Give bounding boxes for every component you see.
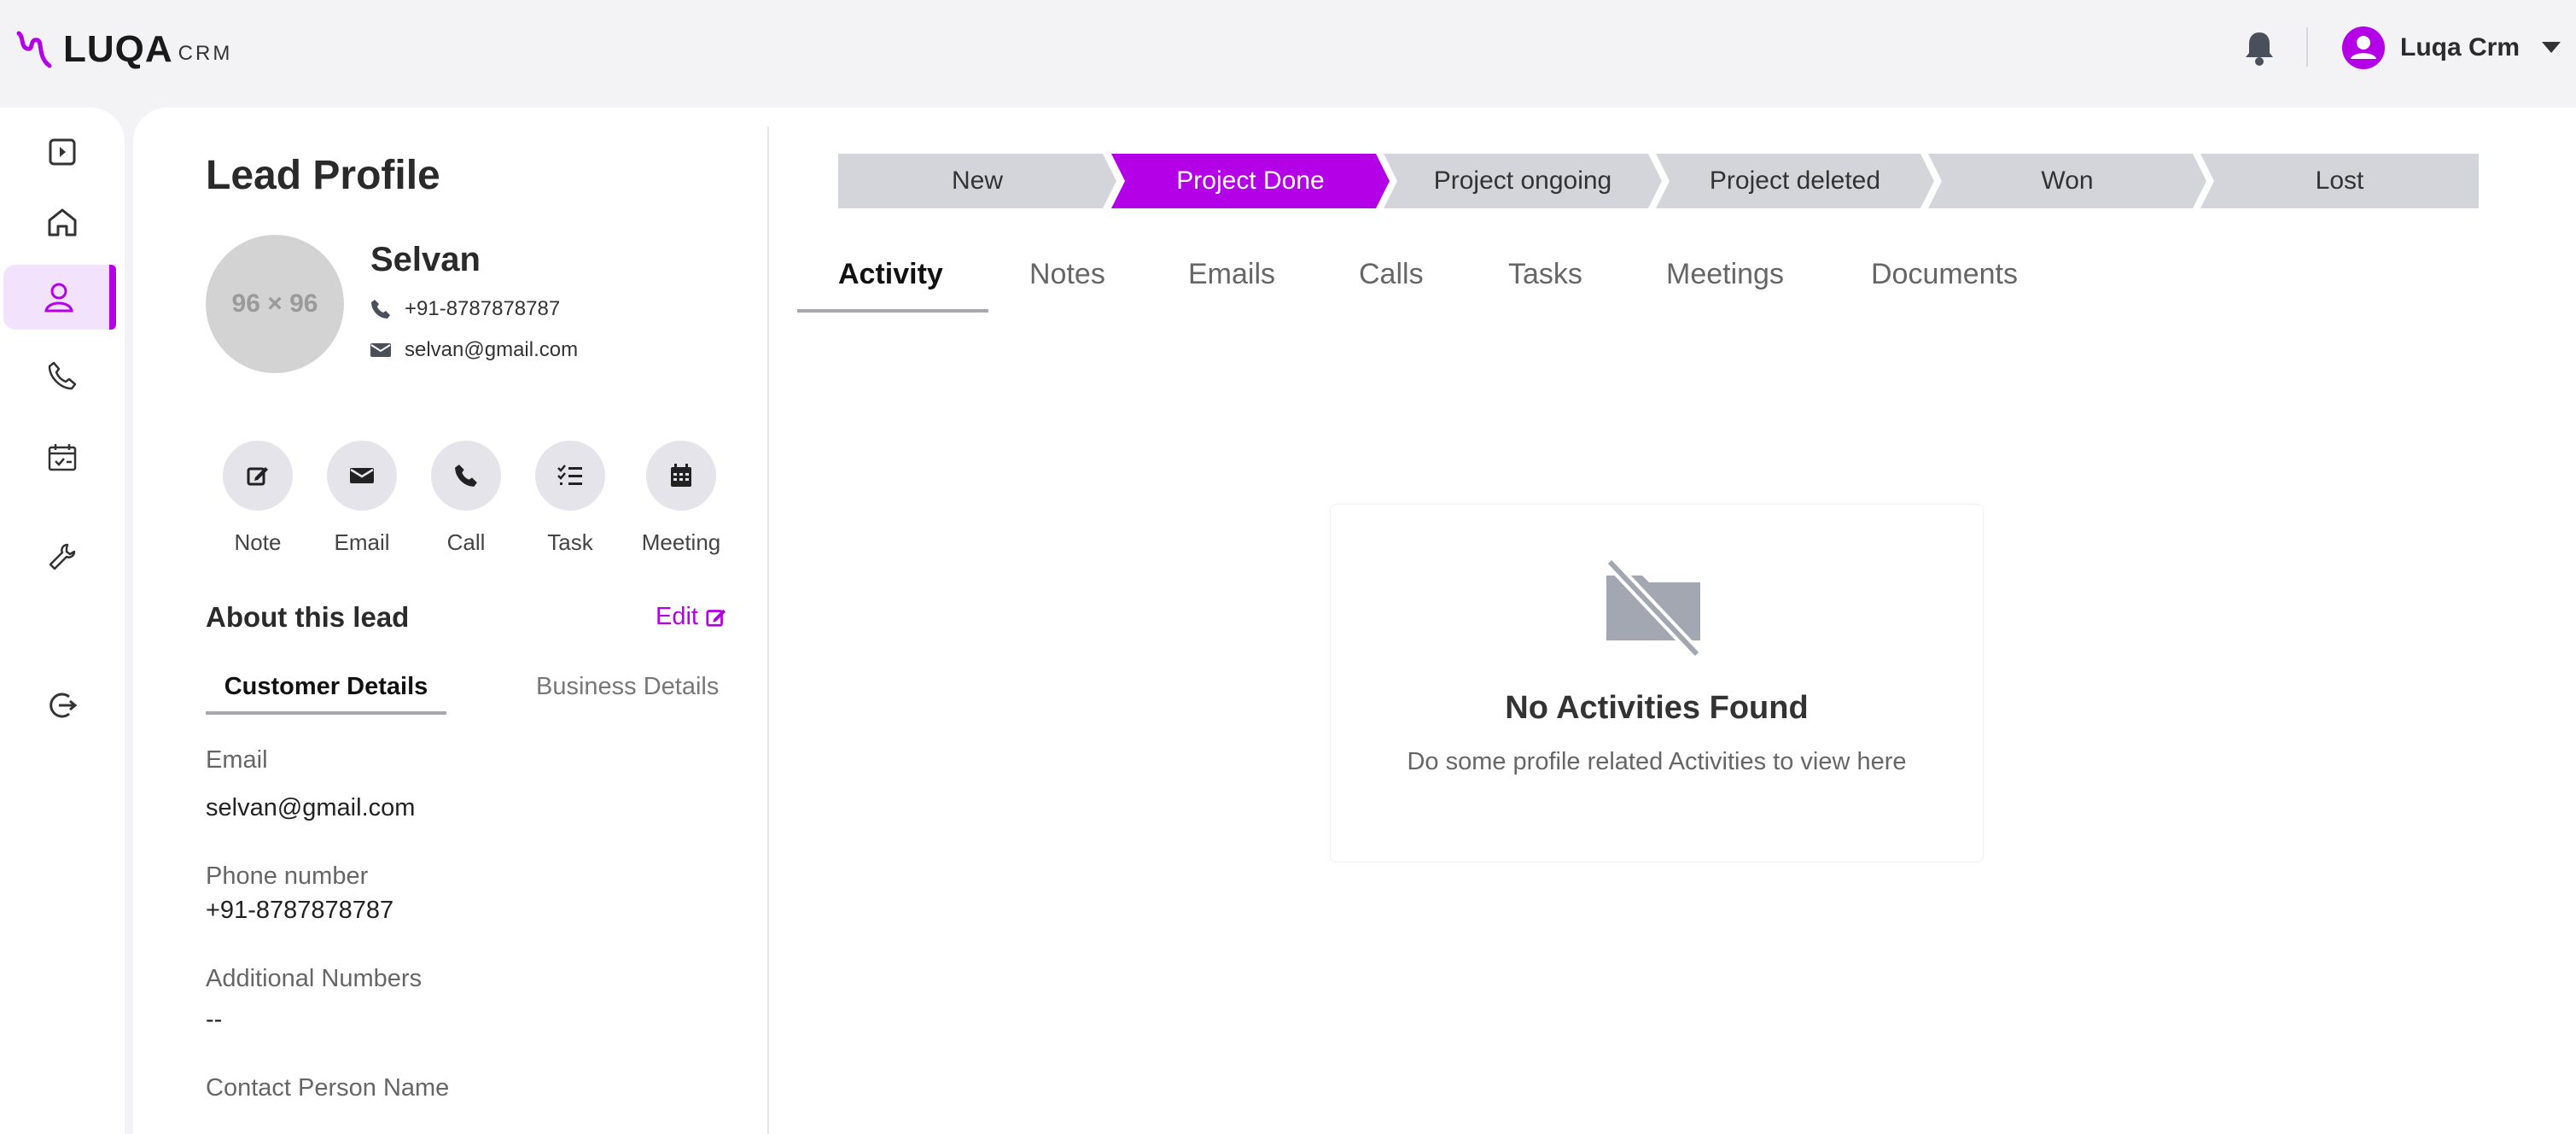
task-action-circle [535,441,605,511]
tab-customer-details[interactable]: Customer Details [206,673,446,715]
envelope-icon [350,468,374,483]
lead-email: selvan@gmail.com [405,338,579,361]
user-name: Luqa Crm [2400,33,2521,61]
sidebar-item-leads[interactable] [3,265,116,330]
tab-tasks[interactable]: Tasks [1508,258,1582,291]
email-action-button[interactable]: Email [306,441,417,556]
lead-phone: +91-8787878787 [405,297,561,320]
note-action-label: Note [234,529,282,555]
lead-phone-row[interactable]: +91-8787878787 [370,297,560,321]
note-action-button[interactable]: Note [202,441,313,556]
logo-subtext: CRM [178,42,233,65]
field-label-contact-person: Contact Person Name [206,1074,450,1102]
meeting-action-circle [646,441,716,511]
meeting-action-label: Meeting [641,529,721,555]
phone-icon [371,300,390,319]
top-bar: LUQA CRM Luqa Crm [0,0,2576,108]
note-action-circle [223,441,293,511]
page-title: Lead Profile [206,153,440,198]
edit-icon [706,609,726,627]
tab-notes[interactable]: Notes [1029,258,1105,291]
edit-label: Edit [656,603,698,630]
sidebar-toggle-icon[interactable] [0,125,125,179]
active-tab-underline [797,309,988,313]
call-action-button[interactable]: Call [411,441,522,556]
lead-name: Selvan [370,241,481,278]
no-folder-icon [1605,558,1702,658]
field-label-email: Email [206,746,268,774]
logo-text: LUQA [63,28,173,70]
field-value-email: selvan@gmail.com [206,794,416,821]
phone-icon[interactable] [0,348,125,403]
sidebar-active-indicator [109,265,116,330]
sidebar [0,108,125,1134]
email-action-label: Email [334,529,390,555]
empty-state-subtitle: Do some profile related Activities to vi… [1407,748,1907,775]
call-action-circle [431,441,501,511]
stage-project-done[interactable]: Project Done [1111,154,1390,208]
phone-icon [455,465,477,487]
notification-bell-icon[interactable] [2243,29,2276,67]
calendar-check-icon[interactable] [0,430,125,485]
user-avatar-icon [2342,26,2385,69]
empty-state-card [1330,504,1984,862]
tab-calls[interactable]: Calls [1359,258,1424,291]
empty-state-title: No Activities Found [1505,690,1809,726]
stage-new[interactable]: New [838,154,1116,208]
stage-lost[interactable]: Lost [2200,154,2479,208]
header-divider [2306,27,2308,67]
envelope-icon [370,343,391,357]
logo-mark-icon [16,31,52,68]
tab-business-details[interactable]: Business Details [536,673,719,701]
wrench-icon[interactable] [0,529,125,584]
leads-icon [44,283,73,313]
column-divider [767,126,769,1134]
task-action-label: Task [547,529,593,555]
edit-lead-button[interactable]: Edit [656,603,727,631]
edit-note-icon [247,467,268,486]
logout-icon[interactable] [0,678,125,733]
field-label-additional-numbers: Additional Numbers [206,965,423,992]
meeting-action-button[interactable]: Meeting [626,441,737,556]
tab-activity[interactable]: Activity [838,258,943,291]
task-list-icon [557,465,582,485]
field-label-phone: Phone number [206,862,369,890]
tab-meetings[interactable]: Meetings [1666,258,1784,291]
home-icon[interactable] [0,195,125,249]
luqa-logo[interactable]: LUQA CRM [15,26,232,73]
calendar-icon [671,464,691,487]
lead-avatar-placeholder: 96 × 96 [206,235,344,373]
chevron-down-icon[interactable] [2542,42,2561,54]
tab-documents[interactable]: Documents [1871,258,2018,291]
field-value-phone: +91-8787878787 [206,897,394,924]
task-action-button[interactable]: Task [515,441,626,556]
tab-emails[interactable]: Emails [1188,258,1275,291]
email-action-circle [327,441,397,511]
field-value-additional-numbers: -- [206,1006,223,1033]
stage-won[interactable]: Won [1928,154,2206,208]
user-menu[interactable]: Luqa Crm [2342,26,2561,70]
call-action-label: Call [446,529,486,555]
stage-project-ongoing[interactable]: Project ongoing [1384,154,1662,208]
lead-email-row[interactable]: selvan@gmail.com [370,338,578,362]
stage-project-deleted[interactable]: Project deleted [1656,154,1934,208]
about-lead-heading: About this lead [206,601,410,633]
